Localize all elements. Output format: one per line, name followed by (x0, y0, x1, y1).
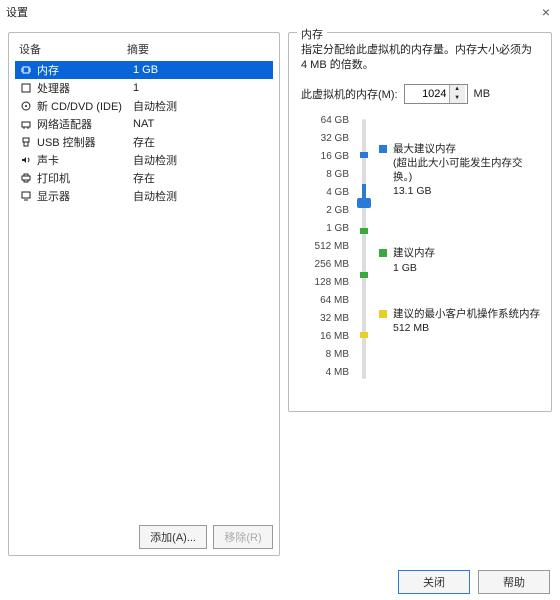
device-buttons: 添加(A)... 移除(R) (139, 525, 273, 549)
scale-tick: 4 GB (301, 184, 349, 202)
device-row[interactable]: USB 控制器存在 (15, 133, 273, 151)
content-area: 设备 摘要 内存1 GB处理器1新 CD/DVD (IDE)自动检测网络适配器N… (0, 24, 560, 564)
usb-icon (19, 135, 33, 149)
device-row[interactable]: 声卡自动检测 (15, 151, 273, 169)
device-row[interactable]: 显示器自动检测 (15, 187, 273, 205)
device-row[interactable]: 网络适配器 NAT (15, 115, 273, 133)
device-groupbox: 设备 摘要 内存1 GB处理器1新 CD/DVD (IDE)自动检测网络适配器N… (8, 32, 280, 556)
memory-input[interactable] (405, 88, 449, 100)
marker-rec-icon (360, 228, 368, 234)
device-name: 显示器 (37, 188, 129, 204)
device-name: 内存 (37, 62, 129, 78)
cpu-icon (19, 81, 33, 95)
scale-tick: 32 MB (301, 310, 349, 328)
titlebar: 设置 × (0, 0, 560, 24)
chip-icon (19, 63, 33, 77)
memory-description: 指定分配给此虚拟机的内存量。内存大小必须为 4 MB 的倍数。 (301, 43, 541, 74)
scale-tick: 256 MB (301, 256, 349, 274)
close-icon[interactable]: × (538, 4, 554, 20)
device-summary: 自动检测 (133, 152, 269, 168)
dialog-footer: 关闭 帮助 (398, 570, 550, 594)
col-summary-header: 摘要 (127, 41, 269, 57)
add-button[interactable]: 添加(A)... (139, 525, 207, 549)
device-name: 声卡 (37, 152, 129, 168)
marker-max-icon (360, 152, 368, 158)
legend-text: 最大建议内存(超出此大小可能发生内存交换。)13.1 GB (393, 142, 541, 199)
scale-tick: 8 GB (301, 166, 349, 184)
memory-unit: MB (474, 88, 491, 100)
device-summary: 存在 (133, 170, 269, 186)
device-summary: 自动检测 (133, 188, 269, 204)
device-name: 处理器 (37, 80, 129, 96)
device-list-header: 设备 摘要 (15, 39, 273, 61)
device-list: 内存1 GB处理器1新 CD/DVD (IDE)自动检测网络适配器NATUSB … (15, 61, 273, 521)
spinner-down-icon[interactable]: ▼ (450, 94, 465, 103)
device-row[interactable]: 打印机存在 (15, 169, 273, 187)
legend-swatch-icon (379, 249, 387, 257)
scale-tick: 512 MB (301, 238, 349, 256)
device-row[interactable]: 处理器 1 (15, 79, 273, 97)
memory-legend: 内存 (297, 26, 327, 42)
settings-window: 设置 × 设备 摘要 内存1 GB处理器1新 CD/DVD (IDE)自动检测网… (0, 0, 560, 600)
device-name: USB 控制器 (37, 134, 129, 150)
device-summary: 自动检测 (133, 98, 269, 114)
nic-icon (19, 117, 33, 131)
scale-tick: 8 MB (301, 346, 349, 364)
memory-input-row: 此虚拟机的内存(M): ▲ ▼ MB (301, 84, 541, 104)
device-summary: 1 (133, 82, 269, 94)
remove-button[interactable]: 移除(R) (213, 525, 273, 549)
legend-item: 建议内存1 GB (379, 246, 541, 274)
spinner-up-icon[interactable]: ▲ (450, 85, 465, 94)
legend-text: 建议的最小客户机操作系统内存512 MB (393, 307, 540, 335)
scale-tick: 64 GB (301, 112, 349, 130)
device-summary: NAT (133, 118, 269, 130)
legend-item: 最大建议内存(超出此大小可能发生内存交换。)13.1 GB (379, 142, 541, 199)
scale-tick: 4 MB (301, 364, 349, 382)
help-button[interactable]: 帮助 (478, 570, 550, 594)
device-row[interactable]: 内存 1 GB (15, 61, 273, 79)
memory-spinner[interactable]: ▲ ▼ (404, 84, 468, 104)
marker-rec2-icon (360, 272, 368, 278)
device-name: 打印机 (37, 170, 129, 186)
sound-icon (19, 153, 33, 167)
memory-input-label: 此虚拟机的内存(M): (301, 86, 398, 102)
scale-tick: 1 GB (301, 220, 349, 238)
col-device-header: 设备 (19, 41, 127, 57)
scale-tick: 16 GB (301, 148, 349, 166)
disc-icon (19, 99, 33, 113)
device-summary: 存在 (133, 134, 269, 150)
legend-item: 建议的最小客户机操作系统内存512 MB (379, 307, 541, 335)
marker-min-icon (360, 332, 368, 338)
scale-tick: 16 MB (301, 328, 349, 346)
display-icon (19, 189, 33, 203)
device-row[interactable]: 新 CD/DVD (IDE)自动检测 (15, 97, 273, 115)
scale-tick: 128 MB (301, 274, 349, 292)
scale-tick: 64 MB (301, 292, 349, 310)
memory-legend-list: 最大建议内存(超出此大小可能发生内存交换。)13.1 GB 建议内存1 GB 建议的… (379, 112, 541, 382)
slider-handle[interactable] (357, 198, 371, 208)
printer-icon (19, 171, 33, 185)
slider-track (362, 119, 366, 379)
left-panel: 设备 摘要 内存1 GB处理器1新 CD/DVD (IDE)自动检测网络适配器N… (8, 32, 280, 556)
window-title: 设置 (6, 4, 28, 20)
legend-swatch-icon (379, 145, 387, 153)
memory-groupbox: 内存 指定分配给此虚拟机的内存量。内存大小必须为 4 MB 的倍数。 此虚拟机的… (288, 32, 552, 412)
right-panel: 内存 指定分配给此虚拟机的内存量。内存大小必须为 4 MB 的倍数。 此虚拟机的… (288, 32, 552, 556)
legend-swatch-icon (379, 310, 387, 318)
scale-tick: 2 GB (301, 202, 349, 220)
device-name: 新 CD/DVD (IDE) (37, 98, 129, 114)
legend-text: 建议内存1 GB (393, 246, 435, 274)
close-button[interactable]: 关闭 (398, 570, 470, 594)
memory-slider[interactable] (357, 112, 371, 382)
scale-labels: 64 GB32 GB16 GB8 GB4 GB2 GB1 GB512 MB256… (301, 112, 349, 382)
device-summary: 1 GB (133, 64, 269, 76)
scale-tick: 32 GB (301, 130, 349, 148)
memory-scale-area: 64 GB32 GB16 GB8 GB4 GB2 GB1 GB512 MB256… (301, 112, 541, 382)
device-name: 网络适配器 (37, 116, 129, 132)
